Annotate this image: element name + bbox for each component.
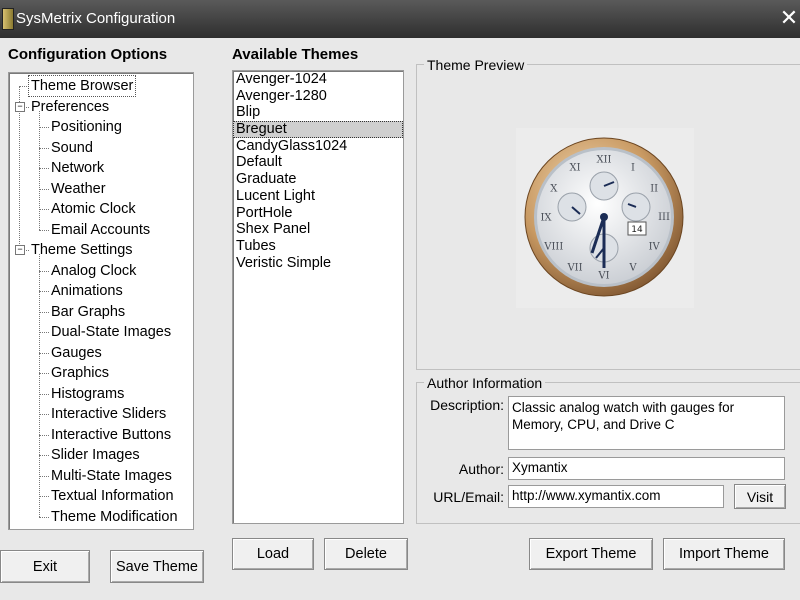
theme-list-item[interactable]: CandyGlass1024: [233, 138, 403, 155]
theme-preview-label: Theme Preview: [424, 57, 528, 73]
watch-numeral: V: [628, 263, 637, 274]
theme-list-item[interactable]: Breguet: [233, 121, 403, 138]
tree-item[interactable]: Gauges: [51, 343, 102, 363]
tree-item[interactable]: Dual-State Images: [51, 322, 171, 342]
tree-connector: [39, 188, 49, 190]
tree-item[interactable]: Atomic Clock: [51, 199, 136, 219]
tree-connector: [39, 373, 49, 374]
tree-item[interactable]: Graphics: [51, 363, 109, 383]
theme-list-item[interactable]: Lucent Light: [233, 188, 403, 205]
tree-item[interactable]: Preferences: [31, 97, 109, 117]
tree-connector: [39, 352, 49, 354]
save-theme-button[interactable]: Save Theme: [110, 550, 204, 583]
exit-button[interactable]: Exit: [0, 550, 90, 583]
watch-numeral: XI: [569, 162, 580, 173]
author-field[interactable]: Xymantix: [508, 457, 785, 480]
tree-connector: [39, 209, 49, 210]
theme-list-item[interactable]: PortHole: [233, 205, 403, 222]
theme-list-item[interactable]: Avenger-1024: [233, 71, 403, 88]
tree-connector: [39, 291, 49, 292]
tree-item[interactable]: Theme Settings: [31, 240, 133, 260]
tree-item[interactable]: Textual Information: [51, 486, 174, 506]
tree-connector: [39, 254, 40, 517]
export-theme-button[interactable]: Export Theme: [529, 538, 653, 570]
description-field[interactable]: Classic analog watch with gauges for Mem…: [508, 396, 785, 450]
tree-item[interactable]: Bar Graphs: [51, 302, 125, 322]
tree-item[interactable]: Animations: [51, 281, 123, 301]
tree-connector: [39, 168, 49, 169]
theme-list-item[interactable]: Avenger-1280: [233, 88, 403, 105]
tree-item[interactable]: Theme Browser: [27, 75, 137, 97]
watch-numeral: IX: [540, 213, 552, 224]
tree-connector: [39, 496, 49, 497]
config-window: SysMetrix Configuration ✕ Configuration …: [0, 0, 800, 600]
title-bar: SysMetrix Configuration ✕: [0, 0, 800, 38]
watch-numeral: VIII: [543, 242, 563, 253]
themes-heading: Available Themes: [232, 46, 359, 63]
themes-list[interactable]: Avenger-1024 Avenger-1280 Blip Breguet Candy…: [232, 70, 404, 524]
tree-connector: [39, 110, 40, 230]
analog-watch-icon: XIIIIIIVVVIVIIVIIIIXXXIIII 14: [524, 137, 684, 297]
window-title: SysMetrix Configuration: [16, 10, 176, 27]
delete-button[interactable]: Delete: [324, 538, 408, 570]
author-info-label: Author Information: [424, 375, 546, 391]
tree-item[interactable]: Sound: [51, 138, 93, 158]
author-label: Author:: [458, 461, 504, 477]
tree-item[interactable]: Interactive Sliders: [51, 404, 166, 424]
options-heading: Configuration Options: [8, 46, 168, 63]
tree-expander-icon[interactable]: −: [15, 101, 25, 112]
description-label: Description:: [430, 397, 504, 413]
theme-list-item[interactable]: Shex Panel: [233, 221, 403, 238]
tree-item[interactable]: Theme Modification: [51, 507, 178, 527]
tree-connector: [39, 434, 49, 436]
theme-preview-image: XII I II IV V VI VII VIII IX X XI III 14: [516, 128, 694, 308]
options-tree[interactable]: Theme Browser − Preferences Positioning Soun…: [8, 72, 194, 530]
tree-expander-icon[interactable]: −: [15, 245, 25, 255]
tree-connector: [39, 414, 49, 415]
app-icon: [2, 8, 14, 30]
watch-numeral: VI: [597, 271, 609, 282]
tree-item[interactable]: Analog Clock: [51, 261, 136, 281]
tree-item[interactable]: Positioning: [51, 117, 122, 137]
tree-connector: [39, 229, 49, 231]
watch-numeral: IV: [649, 242, 661, 253]
watch-numeral: XII: [596, 155, 611, 166]
watch-numeral: VII: [566, 263, 582, 274]
theme-list-item[interactable]: Graduate: [233, 171, 403, 188]
theme-list-item[interactable]: Default: [233, 154, 403, 171]
watch-numeral: I: [631, 162, 635, 173]
tree-item[interactable]: Network: [51, 158, 104, 178]
tree-connector: [39, 147, 49, 149]
theme-list-item[interactable]: Blip: [233, 104, 403, 121]
close-icon[interactable]: ✕: [778, 6, 800, 30]
url-field[interactable]: http://www.xymantix.com: [508, 485, 724, 508]
watch-numeral: X: [550, 184, 558, 195]
tree-item[interactable]: Slider Images: [51, 445, 140, 465]
tree-item[interactable]: Email Accounts: [51, 220, 150, 240]
tree-connector: [39, 516, 49, 518]
watch-numeral: II: [650, 184, 658, 195]
tree-item[interactable]: Histograms: [51, 384, 124, 404]
tree-connector: [19, 86, 29, 87]
tree-connector: [39, 475, 49, 477]
visit-button[interactable]: Visit: [734, 484, 786, 509]
import-theme-button[interactable]: Import Theme: [663, 538, 785, 570]
tree-connector: [39, 393, 49, 395]
tree-item[interactable]: Interactive Buttons: [51, 425, 171, 445]
watch-numeral: III: [658, 212, 670, 223]
tree-item[interactable]: Multi-State Images: [51, 466, 172, 486]
load-button[interactable]: Load: [232, 538, 314, 570]
url-label: URL/Email:: [433, 489, 504, 505]
tree-item[interactable]: Weather: [51, 179, 106, 199]
tree-connector: [39, 332, 49, 333]
tree-connector: [39, 270, 49, 272]
date-window: 14: [631, 225, 643, 235]
tree-connector: [39, 311, 49, 313]
tree-connector: [39, 455, 49, 456]
tree-connector: [39, 127, 49, 128]
theme-list-item[interactable]: Tubes: [233, 238, 403, 255]
theme-list-item[interactable]: Veristic Simple: [233, 255, 403, 272]
